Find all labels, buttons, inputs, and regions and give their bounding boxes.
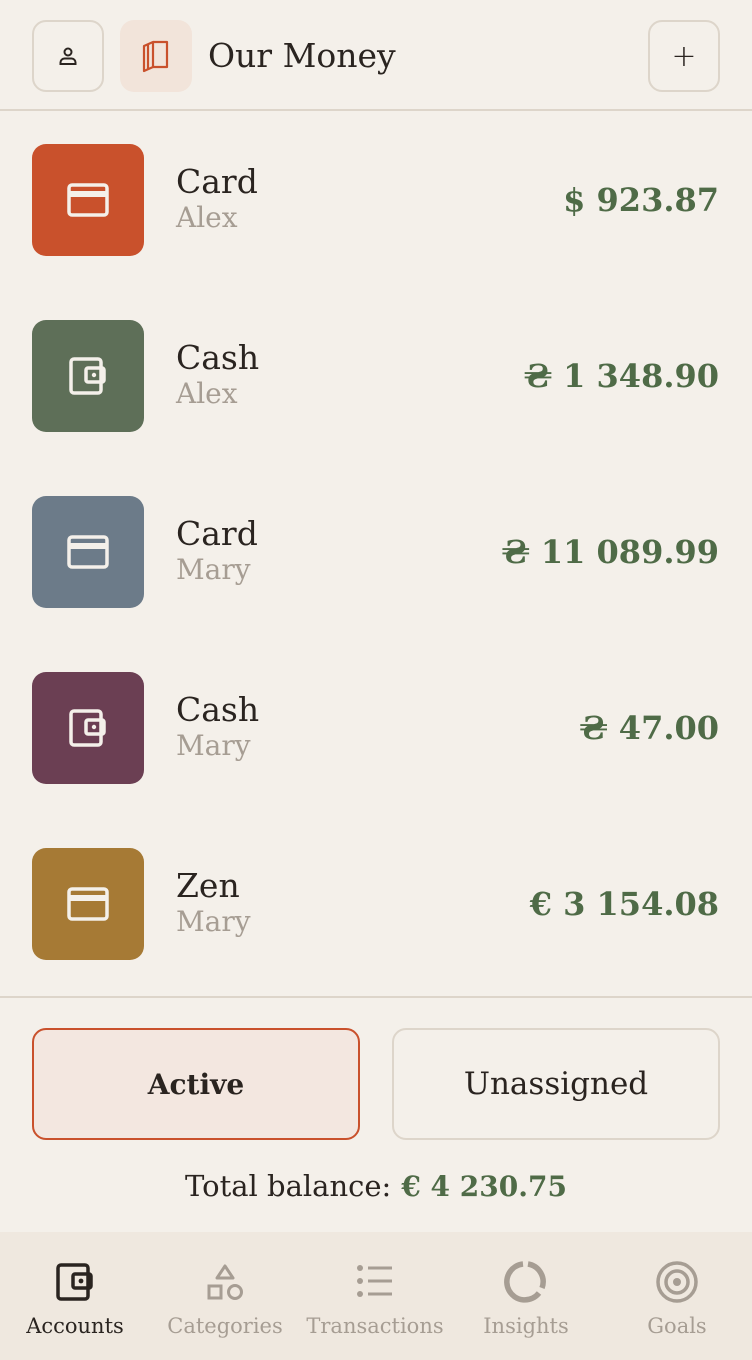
- bottom-nav: Accounts Categories Transactions Insight…: [0, 1232, 752, 1360]
- filter-unassigned-button[interactable]: Unassigned: [392, 1028, 720, 1140]
- credit-card-icon: [67, 887, 109, 921]
- nav-insights[interactable]: Insights: [451, 1232, 601, 1360]
- account-item[interactable]: Card Mary ₴ 11 089.99: [0, 496, 752, 672]
- total-balance-value: € 4 230.75: [401, 1170, 567, 1203]
- shapes-icon: [207, 1264, 243, 1300]
- account-owner: Alex: [176, 201, 238, 234]
- account-balance: ₴ 1 348.90: [523, 357, 719, 395]
- total-balance: Total balance: € 4 230.75: [0, 1166, 752, 1207]
- nav-label: Insights: [483, 1314, 569, 1338]
- account-icon-tile: [32, 496, 144, 608]
- account-balance: $ 923.87: [563, 181, 719, 219]
- nav-categories[interactable]: Categories: [150, 1232, 300, 1360]
- app-logo: [120, 20, 192, 92]
- account-icon-tile: [32, 144, 144, 256]
- account-name: Cash: [176, 338, 260, 377]
- list-icon: [357, 1265, 392, 1297]
- nav-label: Categories: [167, 1314, 283, 1338]
- account-balance: € 3 154.08: [529, 885, 719, 923]
- nav-label: Transactions: [306, 1314, 444, 1338]
- header: Our Money +: [0, 0, 752, 111]
- account-icon-tile: [32, 320, 144, 432]
- app-title: Our Money: [208, 36, 396, 75]
- app-root: Our Money + Card Alex $ 923.87 Cash Alex…: [0, 0, 752, 1360]
- account-owner: Mary: [176, 553, 251, 586]
- target-icon: [656, 1261, 698, 1303]
- filter-active-button[interactable]: Active: [32, 1028, 360, 1140]
- wallet-icon: [69, 709, 106, 747]
- credit-card-icon: [67, 535, 109, 569]
- account-owner: Mary: [176, 729, 251, 762]
- account-icon-tile: [32, 848, 144, 960]
- account-balance: ₴ 47.00: [579, 709, 719, 747]
- account-name: Card: [176, 514, 258, 553]
- nav-transactions[interactable]: Transactions: [300, 1232, 450, 1360]
- account-item[interactable]: Cash Mary ₴ 47.00: [0, 672, 752, 848]
- account-name: Zen: [176, 866, 240, 905]
- nav-label: Goals: [647, 1314, 707, 1338]
- wallet-icon: [69, 357, 106, 395]
- donut-icon: [504, 1261, 546, 1303]
- nav-accounts[interactable]: Accounts: [0, 1232, 150, 1360]
- account-item[interactable]: Cash Alex ₴ 1 348.90: [0, 320, 752, 496]
- user-icon: [59, 47, 77, 65]
- account-icon-tile: [32, 672, 144, 784]
- wallet-icon: [56, 1263, 93, 1301]
- credit-card-icon: [67, 183, 109, 217]
- nav-label: Accounts: [26, 1314, 124, 1338]
- account-name: Card: [176, 162, 258, 201]
- account-owner: Alex: [176, 377, 238, 410]
- profile-button[interactable]: [32, 20, 104, 92]
- account-name: Cash: [176, 690, 260, 729]
- divider: [0, 996, 752, 998]
- total-balance-label: Total balance:: [185, 1169, 392, 1203]
- account-owner: Mary: [176, 905, 251, 938]
- account-balance: ₴ 11 089.99: [501, 533, 719, 571]
- book-icon: [142, 40, 169, 73]
- nav-goals[interactable]: Goals: [602, 1232, 752, 1360]
- account-item[interactable]: Card Alex $ 923.87: [0, 144, 752, 320]
- add-account-button[interactable]: +: [648, 20, 720, 92]
